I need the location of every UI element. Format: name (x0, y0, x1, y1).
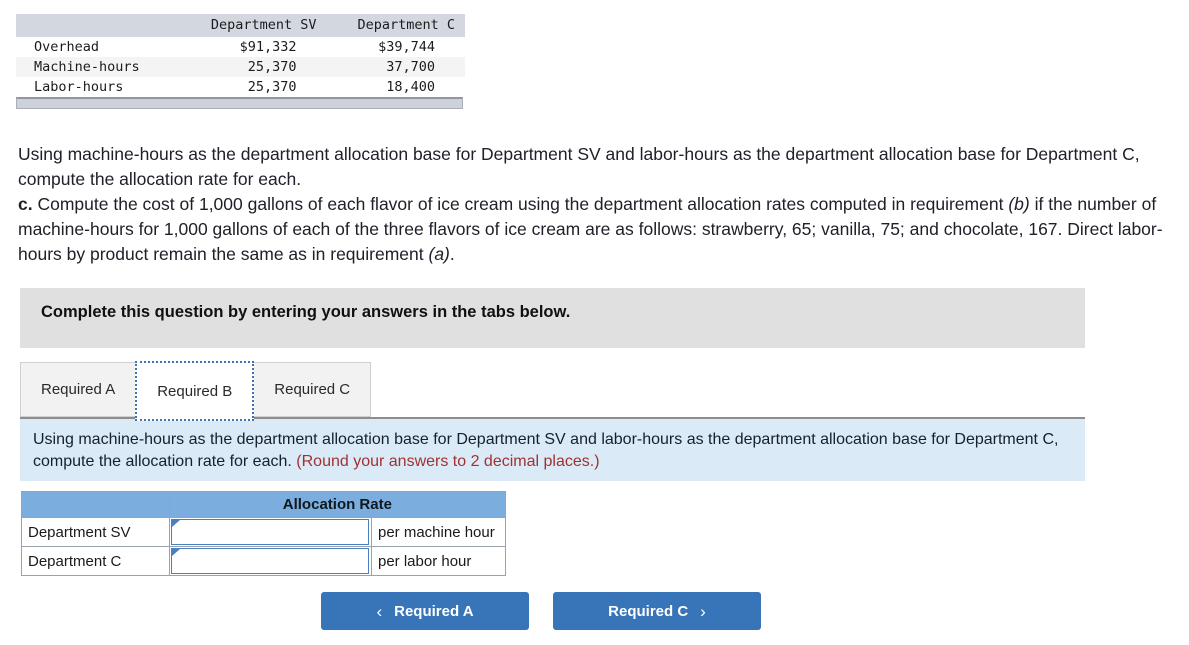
instructions-banner: Complete this question by entering your … (20, 288, 1085, 348)
requirement-instruction-panel: Using machine-hours as the department al… (20, 419, 1085, 481)
table-row: Overhead $91,332 $39,744 (16, 37, 465, 57)
question-intro: Using machine-hours as the department al… (18, 144, 1140, 189)
next-requirement-label: Required C (608, 602, 689, 620)
alloc-corner-header (21, 491, 170, 518)
rounding-note: (Round your answers to 2 decimal places.… (296, 453, 600, 470)
question-text: Using machine-hours as the department al… (18, 142, 1178, 267)
answer-marker-triangle-icon (171, 548, 369, 574)
source-data-table: Department SV Department C Overhead $91,… (16, 14, 465, 97)
allocation-rate-input-department-sv[interactable] (172, 520, 368, 544)
alloc-input-cell-department-c[interactable] (169, 546, 372, 576)
alloc-row-label-department-c: Department C (21, 546, 170, 576)
instructions-banner-text: Complete this question by entering your … (41, 303, 571, 321)
cell-labor-hours-c: 18,400 (386, 79, 435, 95)
column-header-department-sv: Department SV (178, 14, 327, 37)
previous-requirement-label: Required A (394, 602, 474, 620)
table-row: Labor-hours 25,370 18,400 (16, 77, 465, 97)
next-requirement-button[interactable]: Required C › (553, 592, 761, 630)
tab-required-a-label: Required A (41, 381, 116, 398)
column-header-department-c: Department C (326, 14, 465, 37)
reference-a: (a) (428, 244, 450, 264)
chevron-left-icon: ‹ (376, 601, 383, 621)
alloc-unit-department-sv: per machine hour (371, 517, 506, 547)
allocation-rate-input-department-c[interactable] (172, 549, 368, 573)
table-footer-bar (16, 97, 463, 109)
tab-required-a[interactable]: Required A (20, 362, 137, 417)
department-data-table: Department SV Department C Overhead $91,… (16, 14, 465, 97)
tab-required-b[interactable]: Required B (135, 361, 255, 421)
requirement-tabs: Required A Required B Required C (20, 361, 372, 421)
row-label-labor-hours: Labor-hours (34, 79, 124, 95)
cell-machine-hours-c: 37,700 (326, 57, 465, 77)
chevron-right-icon: › (700, 601, 706, 621)
requirement-instruction-wrapper: Using machine-hours as the department al… (33, 429, 1083, 473)
cell-overhead-c: $39,744 (378, 39, 435, 55)
alloc-unit-department-c: per labor hour (371, 546, 506, 576)
previous-requirement-button[interactable]: ‹ Required A (321, 592, 529, 630)
column-header-blank (16, 14, 178, 37)
part-c-period: . (449, 244, 455, 264)
reference-b: (b) (1008, 194, 1030, 214)
table-row: Department SV per machine hour (21, 517, 506, 547)
part-c-label: c. (18, 194, 33, 214)
row-label-machine-hours: Machine-hours (16, 57, 178, 77)
tab-required-b-label: Required B (157, 382, 233, 400)
alloc-header-row: Allocation Rate (21, 491, 506, 518)
table-row: Department C per labor hour (21, 546, 506, 576)
alloc-rate-header: Allocation Rate (169, 491, 506, 518)
answer-marker-triangle-icon (171, 519, 369, 545)
part-c-text-first: Compute the cost of 1,000 gallons of eac… (37, 194, 1004, 214)
tab-required-c-label: Required C (274, 381, 351, 398)
cell-machine-hours-sv: 25,370 (178, 57, 327, 77)
table-header-row: Department SV Department C (16, 14, 465, 37)
alloc-row-label-department-sv: Department SV (21, 517, 170, 547)
cell-overhead-sv: $91,332 (239, 39, 297, 55)
tab-required-c[interactable]: Required C (253, 362, 372, 417)
table-row: Machine-hours 25,370 37,700 (16, 57, 465, 77)
cell-labor-hours-sv: 25,370 (247, 79, 297, 95)
alloc-input-cell-department-sv[interactable] (169, 517, 372, 547)
row-label-overhead: Overhead (34, 39, 100, 55)
allocation-rate-table: Allocation Rate Department SV per machin… (21, 491, 506, 576)
